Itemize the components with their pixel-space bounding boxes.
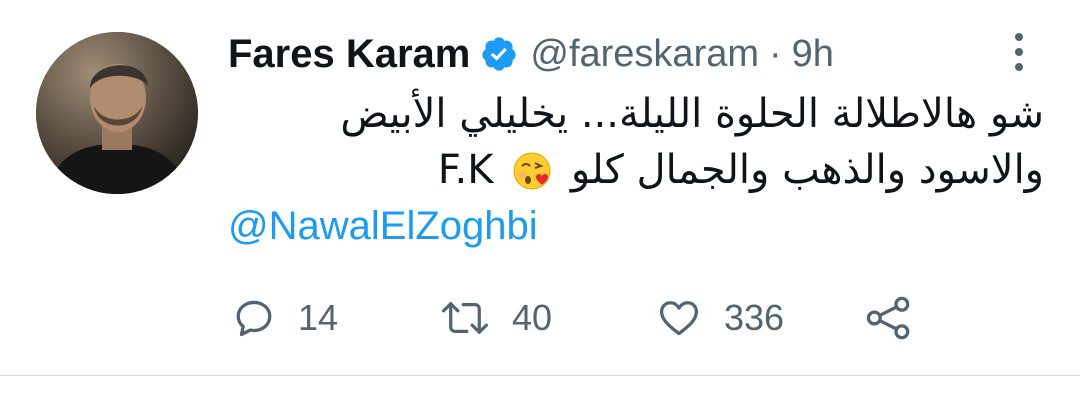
author-handle[interactable]: @fareskaram <box>530 33 759 76</box>
avatar[interactable] <box>36 32 198 194</box>
reply-count: 14 <box>298 297 339 338</box>
tweet-text: شو هالاطلالة الحلوة الليلة... يخليلي الأ… <box>228 86 1044 198</box>
retweet-icon <box>441 302 489 334</box>
heart-icon <box>659 301 699 336</box>
like-button[interactable]: 336 <box>656 288 784 348</box>
retweet-button[interactable]: 40 <box>440 288 552 348</box>
divider <box>0 375 1080 376</box>
share-button[interactable] <box>864 288 914 348</box>
tweet-header: Fares Karam @fareskaram · 9h <box>228 26 834 82</box>
kissing-face-with-heart-emoji-icon <box>513 152 551 190</box>
avatar-photo <box>36 32 198 194</box>
author-display-name[interactable]: Fares Karam <box>228 32 470 77</box>
more-options-icon[interactable] <box>1004 30 1034 74</box>
tweet-card[interactable]: Fares Karam @fareskaram · 9h شو هالاطلال… <box>0 0 1080 376</box>
share-icon <box>866 296 910 340</box>
verified-badge-icon <box>482 37 516 71</box>
reply-icon <box>236 300 272 337</box>
signature: F.K <box>437 147 494 193</box>
tweet-text-line-2-words: والاسود والذهب والجمال كلو <box>570 147 1044 193</box>
tweet-text-line-2: والاسود والذهب والجمال كلو F.K <box>228 142 1044 198</box>
separator-dot: · <box>769 32 782 75</box>
like-count: 336 <box>724 297 785 338</box>
tweet-timestamp[interactable]: 9h <box>792 33 834 76</box>
tweet-text-line-1: شو هالاطلالة الحلوة الليلة... يخليلي الأ… <box>340 91 1044 137</box>
reply-button[interactable]: 14 <box>232 288 338 348</box>
tweet-actions: 14 40 336 <box>228 288 988 348</box>
retweet-count: 40 <box>512 297 553 338</box>
mention-link[interactable]: @NawalElZoghbi <box>228 204 538 249</box>
